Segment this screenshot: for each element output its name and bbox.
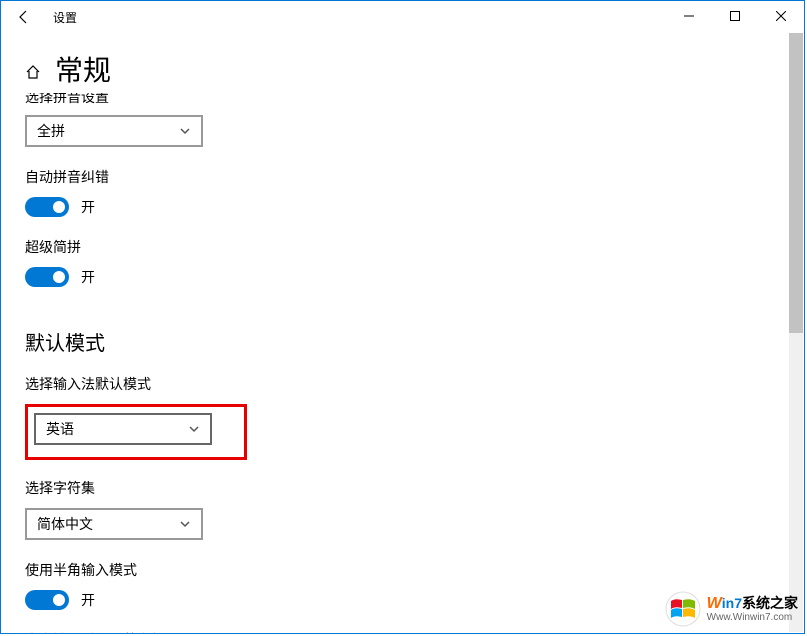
english-punct-label: 中文输入时使用英文标点: [25, 630, 780, 633]
halfwidth-state: 开: [81, 590, 95, 610]
maximize-icon: [730, 11, 740, 21]
settings-window: 设置 常规 选择拼音设置 全拼: [0, 0, 805, 634]
page-header: 常规: [25, 49, 780, 89]
halfwidth-toggle[interactable]: [25, 590, 69, 610]
auto-correct-state: 开: [81, 197, 95, 217]
back-button[interactable]: [9, 2, 39, 32]
super-jianpin-label: 超级简拼: [25, 237, 780, 257]
close-icon: [776, 11, 786, 21]
scrollbar-thumb[interactable]: [789, 33, 803, 333]
pinyin-setting-label: 选择拼音设置: [25, 93, 780, 107]
maximize-button[interactable]: [712, 1, 758, 31]
input-mode-value: 英语: [46, 419, 74, 439]
chevron-down-icon: [179, 518, 191, 530]
window-title: 设置: [53, 9, 77, 26]
charset-value: 简体中文: [37, 514, 93, 534]
window-controls: [666, 1, 804, 31]
pinyin-type-select[interactable]: 全拼: [25, 115, 203, 147]
auto-correct-toggle[interactable]: [25, 197, 69, 217]
highlight-annotation: 英语: [25, 404, 247, 460]
close-button[interactable]: [758, 1, 804, 31]
minimize-button[interactable]: [666, 1, 712, 31]
default-mode-section-title: 默认模式: [25, 327, 780, 356]
super-jianpin-toggle[interactable]: [25, 267, 69, 287]
charset-select[interactable]: 简体中文: [25, 508, 203, 540]
input-mode-label: 选择输入法默认模式: [25, 374, 780, 394]
content-area: 常规 选择拼音设置 全拼 自动拼音纠错 开 超级简拼 开 默认模式 选择输入法默…: [1, 33, 804, 633]
auto-correct-label: 自动拼音纠错: [25, 167, 780, 187]
arrow-left-icon: [16, 9, 32, 25]
vertical-scrollbar[interactable]: [789, 33, 803, 632]
charset-label: 选择字符集: [25, 478, 780, 498]
page-title: 常规: [55, 49, 111, 89]
chevron-down-icon: [188, 423, 200, 435]
titlebar: 设置: [1, 1, 804, 33]
minimize-icon: [684, 11, 694, 21]
pinyin-type-value: 全拼: [37, 121, 65, 141]
chevron-down-icon: [179, 125, 191, 137]
input-mode-select[interactable]: 英语: [34, 413, 212, 445]
home-icon[interactable]: [25, 64, 41, 80]
super-jianpin-state: 开: [81, 267, 95, 287]
halfwidth-label: 使用半角输入模式: [25, 560, 780, 580]
